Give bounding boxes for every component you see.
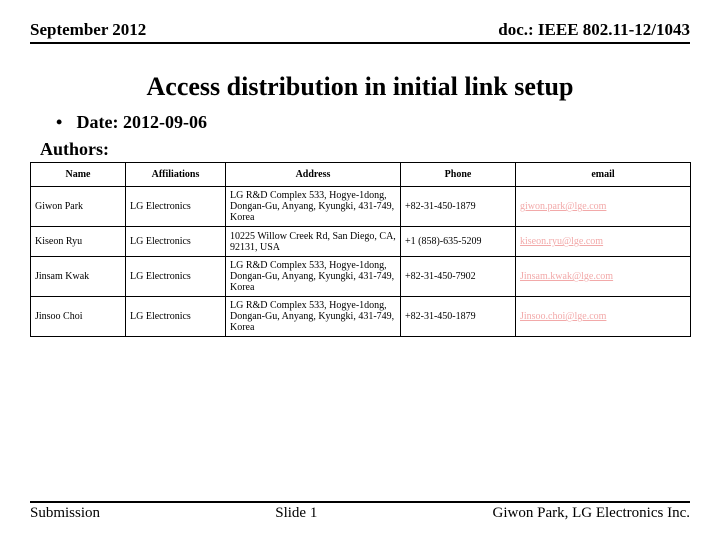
cell-phone: +82-31-450-1879 [401,297,516,337]
page-title: Access distribution in initial link setu… [30,72,690,102]
cell-phone: +82-31-450-7902 [401,257,516,297]
footer-bar: Submission Slide 1 Giwon Park, LG Electr… [30,501,690,522]
authors-label: Authors: [40,139,690,160]
cell-affiliation: LG Electronics [126,187,226,227]
table-row: Giwon Park LG Electronics LG R&D Complex… [31,187,691,227]
cell-affiliation: LG Electronics [126,227,226,257]
cell-affiliation: LG Electronics [126,257,226,297]
cell-address: LG R&D Complex 533, Hogye-1dong, Dongan-… [226,187,401,227]
cell-address: 10225 Willow Creek Rd, San Diego, CA, 92… [226,227,401,257]
cell-name: Jinsoo Choi [31,297,126,337]
col-address: Address [226,163,401,187]
bullet-icon: • [56,112,72,133]
cell-email: kiseon.ryu@lge.com [516,227,691,257]
date-value: 2012-09-06 [123,112,207,132]
table-row: Kiseon Ryu LG Electronics 10225 Willow C… [31,227,691,257]
email-link[interactable]: giwon.park@lge.com [520,201,606,212]
email-link[interactable]: Jinsam.kwak@lge.com [520,271,613,282]
cell-address: LG R&D Complex 533, Hogye-1dong, Dongan-… [226,257,401,297]
cell-name: Kiseon Ryu [31,227,126,257]
cell-address: LG R&D Complex 533, Hogye-1dong, Dongan-… [226,297,401,337]
col-affiliations: Affiliations [126,163,226,187]
date-line: • Date: 2012-09-06 [56,112,690,133]
col-phone: Phone [401,163,516,187]
footer-center: Slide 1 [275,505,317,522]
authors-table: Name Affiliations Address Phone email Gi… [30,162,691,337]
email-link[interactable]: kiseon.ryu@lge.com [520,236,603,247]
col-email: email [516,163,691,187]
header-bar: September 2012 doc.: IEEE 802.11-12/1043 [30,20,690,44]
date-prefix: Date: [77,112,123,132]
header-doc-id: doc.: IEEE 802.11-12/1043 [498,20,690,40]
col-name: Name [31,163,126,187]
cell-email: giwon.park@lge.com [516,187,691,227]
cell-name: Giwon Park [31,187,126,227]
table-row: Jinsoo Choi LG Electronics LG R&D Comple… [31,297,691,337]
cell-affiliation: LG Electronics [126,297,226,337]
cell-email: Jinsam.kwak@lge.com [516,257,691,297]
table-header-row: Name Affiliations Address Phone email [31,163,691,187]
cell-phone: +82-31-450-1879 [401,187,516,227]
cell-name: Jinsam Kwak [31,257,126,297]
cell-email: Jinsoo.choi@lge.com [516,297,691,337]
footer-right: Giwon Park, LG Electronics Inc. [493,505,690,522]
footer-left: Submission [30,505,100,522]
table-row: Jinsam Kwak LG Electronics LG R&D Comple… [31,257,691,297]
email-link[interactable]: Jinsoo.choi@lge.com [520,311,606,322]
header-date: September 2012 [30,20,146,40]
cell-phone: +1 (858)-635-5209 [401,227,516,257]
